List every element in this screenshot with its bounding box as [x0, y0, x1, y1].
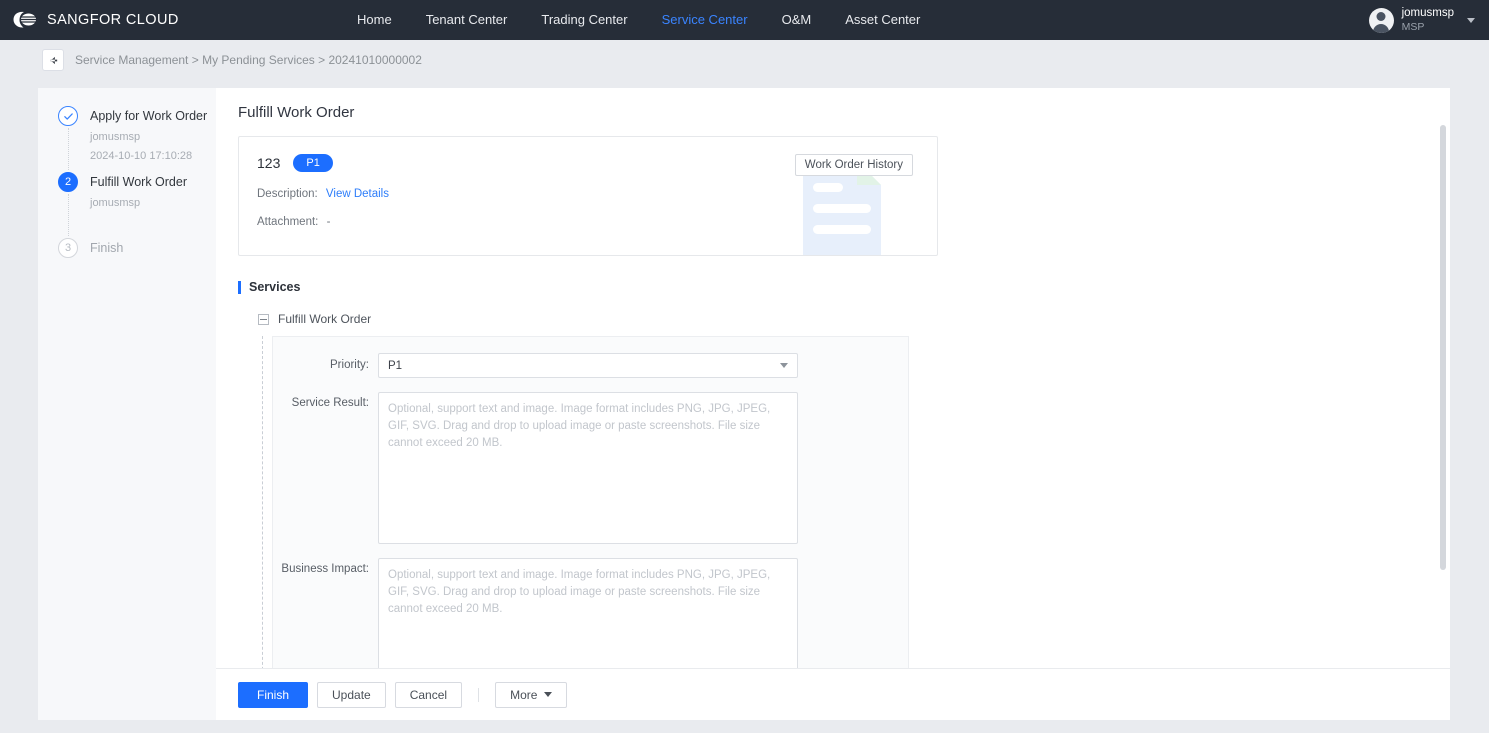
- nav-item-trading-center[interactable]: Trading Center: [524, 0, 644, 40]
- service-result-input[interactable]: Optional, support text and image. Image …: [378, 392, 798, 544]
- nav-item-asset-center[interactable]: Asset Center: [828, 0, 937, 40]
- action-footer: Finish Update Cancel More: [216, 668, 1450, 720]
- user-avatar-icon: [1368, 7, 1394, 33]
- step-2-user: jomusmsp: [90, 197, 141, 209]
- user-info: jomusmsp MSP: [1402, 7, 1454, 32]
- services-section-title: Services: [249, 280, 301, 294]
- service-result-label: Service Result:: [291, 397, 369, 409]
- service-result-field-row: Service Result: Optional, support text a…: [273, 392, 908, 544]
- cancel-button[interactable]: Cancel: [394, 681, 463, 708]
- priority-select[interactable]: P1: [378, 353, 798, 378]
- work-order-history-button[interactable]: Work Order History: [794, 154, 913, 176]
- page-title: Fulfill Work Order: [238, 104, 355, 121]
- more-button-label: More: [510, 687, 538, 702]
- priority-field-row: Priority: P1: [273, 353, 908, 378]
- chevron-down-icon: [780, 363, 788, 368]
- nav-item-tenant-center[interactable]: Tenant Center: [409, 0, 525, 40]
- update-button[interactable]: Update: [317, 681, 386, 708]
- step-2-title: Fulfill Work Order: [90, 175, 188, 189]
- step-connector-line: [67, 194, 69, 236]
- breadcrumb-bar: Service Management > My Pending Services…: [0, 40, 1489, 80]
- user-menu[interactable]: jomusmsp MSP: [1368, 7, 1475, 33]
- fulfill-group-header: Fulfill Work Order: [258, 312, 1428, 326]
- priority-selected-value: P1: [388, 359, 403, 372]
- brand-name: SANGFOR CLOUD: [47, 12, 179, 28]
- back-button[interactable]: [42, 49, 64, 71]
- sangfor-cloud-logo-icon: [12, 9, 38, 31]
- step-finish[interactable]: 3 Finish: [58, 238, 216, 262]
- status-badge: P1: [293, 154, 333, 172]
- step-1-user: jomusmsp: [90, 131, 141, 143]
- step-fulfill-work-order[interactable]: 2 Fulfill Work Order jomusmsp: [58, 172, 216, 238]
- arrow-left-icon: [50, 56, 57, 64]
- business-impact-input[interactable]: Optional, support text and image. Image …: [378, 558, 798, 668]
- main-column: Fulfill Work Order Work Order History 12…: [216, 88, 1450, 720]
- step-2-number: 2: [58, 172, 78, 192]
- chevron-down-icon: [544, 692, 553, 697]
- step-3-title: Finish: [90, 241, 124, 255]
- step-apply-for-work-order[interactable]: Apply for Work Order jomusmsp 2024-10-10…: [58, 106, 216, 172]
- fulfill-group-body: Priority: P1 Service Result: Optional, s…: [262, 336, 1428, 668]
- services-section-header: Services: [238, 280, 1428, 294]
- top-navigation-bar: SANGFOR CLOUD Home Tenant Center Trading…: [0, 0, 1489, 40]
- nav-item-home[interactable]: Home: [340, 0, 409, 40]
- scrollable-content: Fulfill Work Order Work Order History 12…: [216, 88, 1450, 668]
- section-accent-bar: [238, 280, 241, 294]
- content-shell: Apply for Work Order jomusmsp 2024-10-10…: [38, 88, 1450, 720]
- button-divider: [478, 687, 480, 702]
- fulfill-form-panel: Priority: P1 Service Result: Optional, s…: [272, 336, 909, 668]
- collapse-minus-icon[interactable]: [258, 313, 269, 325]
- breadcrumb[interactable]: Service Management > My Pending Services…: [75, 53, 422, 67]
- attachment-label: Attachment:: [257, 216, 319, 228]
- business-impact-field-row: Business Impact: Optional, support text …: [273, 558, 908, 668]
- chevron-down-icon[interactable]: [1467, 17, 1475, 23]
- priority-label: Priority:: [330, 359, 369, 371]
- user-role: MSP: [1401, 20, 1425, 33]
- step-1-check-icon: [58, 106, 78, 126]
- business-impact-label: Business Impact:: [281, 563, 369, 575]
- finish-button[interactable]: Finish: [238, 681, 309, 708]
- main-nav-items: Home Tenant Center Trading Center Servic…: [340, 0, 937, 40]
- view-details-link[interactable]: View Details: [326, 188, 389, 200]
- step-1-title: Apply for Work Order: [90, 109, 208, 123]
- nav-item-service-center[interactable]: Service Center: [645, 0, 765, 40]
- user-name: jomusmsp: [1401, 7, 1454, 20]
- work-order-id: 123: [257, 155, 281, 171]
- vertical-scrollbar[interactable]: [1440, 125, 1446, 570]
- description-label: Description:: [257, 188, 318, 200]
- brand-logo-area[interactable]: SANGFOR CLOUD: [0, 9, 300, 31]
- nav-item-om[interactable]: O&M: [765, 0, 829, 40]
- workflow-steps-sidebar: Apply for Work Order jomusmsp 2024-10-10…: [38, 88, 216, 720]
- step-3-number: 3: [58, 238, 78, 258]
- more-button[interactable]: More: [495, 681, 568, 708]
- fulfill-group-title: Fulfill Work Order: [278, 312, 372, 326]
- attachment-value: -: [326, 216, 331, 228]
- step-1-time: 2024-10-10 17:10:28: [90, 150, 193, 162]
- work-order-summary-card: Work Order History 123 P1 Description: V…: [238, 136, 938, 256]
- step-connector-line: [67, 128, 69, 170]
